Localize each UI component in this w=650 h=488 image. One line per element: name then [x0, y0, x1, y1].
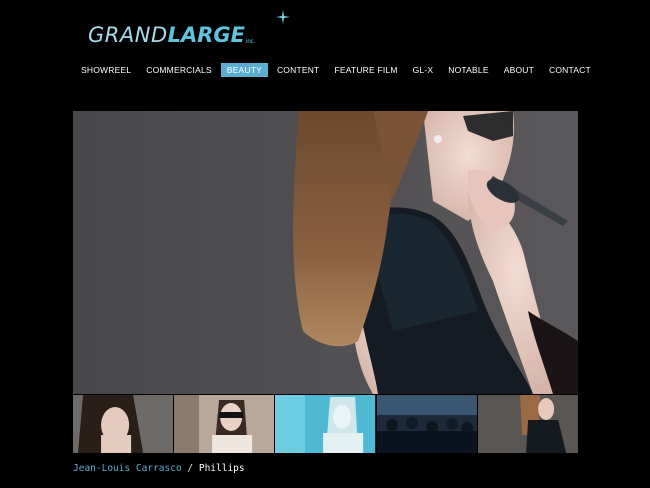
thumbnail-image	[73, 395, 174, 453]
director-link[interactable]: Jean-Louis Carrasco	[73, 463, 182, 474]
thumbnail-item[interactable]	[477, 395, 579, 453]
nav-item-about[interactable]: ABOUT	[498, 63, 540, 77]
star-icon	[276, 10, 290, 24]
thumbnail-image	[275, 395, 376, 453]
thumbnail-strip	[73, 395, 579, 453]
nav-item-showreel[interactable]: SHOWREEL	[75, 63, 137, 77]
nav-item-feature-film[interactable]: FEATURE FILM	[328, 63, 403, 77]
thumbnail-image	[174, 395, 275, 453]
client-name: Phillips	[198, 463, 245, 474]
main-nav: SHOWREEL COMMERCIALS BEAUTY CONTENT FEAT…	[75, 63, 600, 77]
caption-separator: /	[181, 463, 199, 474]
hero-image	[73, 111, 578, 394]
thumbnail-item[interactable]	[376, 395, 477, 453]
brand-suffix: inc.	[246, 39, 256, 45]
nav-item-contact[interactable]: CONTACT	[543, 63, 597, 77]
thumbnail-image	[477, 395, 579, 453]
nav-item-notable[interactable]: NOTABLE	[442, 63, 494, 77]
brand-logo[interactable]: GRAND LARGE inc.	[88, 10, 290, 47]
nav-item-commercials[interactable]: COMMERCIALS	[140, 63, 218, 77]
nav-item-beauty[interactable]: BEAUTY	[220, 63, 268, 77]
thumbnail-item[interactable]	[174, 395, 275, 453]
thumbnail-item[interactable]	[275, 395, 376, 453]
brand-name-part2: LARGE	[167, 23, 245, 47]
video-caption: Jean-Louis Carrasco / Phillips	[73, 463, 245, 474]
brand-name-part1: GRAND	[88, 23, 168, 47]
thumbnail-item[interactable]	[73, 395, 174, 453]
nav-item-gl-x[interactable]: GL-X	[407, 63, 440, 77]
hero-video[interactable]	[73, 111, 578, 394]
thumbnail-image	[376, 395, 477, 453]
nav-item-content[interactable]: CONTENT	[271, 63, 325, 77]
